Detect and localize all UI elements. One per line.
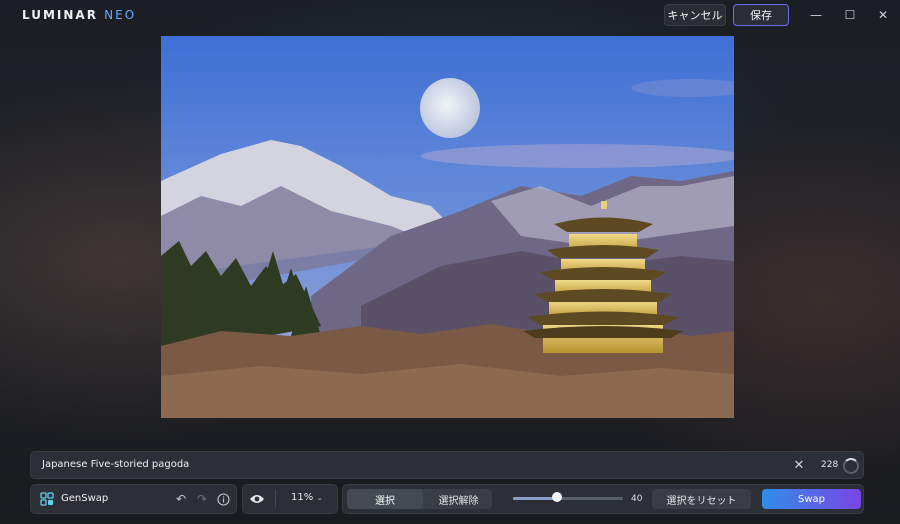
character-count: 228: [821, 460, 839, 470]
cancel-button[interactable]: キャンセル: [664, 4, 726, 26]
photo-canvas[interactable]: [161, 36, 734, 418]
zoom-dropdown[interactable]: 11% ⌄: [291, 492, 323, 503]
clear-prompt-button[interactable]: ✕: [791, 457, 807, 473]
genswap-icon: [40, 492, 54, 506]
loading-spinner-icon: [843, 458, 859, 474]
slider-fill: [513, 497, 557, 500]
chevron-down-icon: ⌄: [316, 493, 324, 502]
select-mode-button[interactable]: 選択: [347, 489, 423, 509]
selection-mode-toggle: 選択 選択解除: [347, 489, 492, 509]
swap-button[interactable]: Swap: [762, 489, 861, 509]
save-button[interactable]: 保存: [733, 4, 789, 26]
pagoda-photo: [161, 36, 734, 418]
redo-button[interactable]: ↷: [195, 492, 209, 506]
brush-size-value: 40: [631, 494, 643, 504]
moon: [420, 78, 480, 138]
maximize-button[interactable]: ☐: [840, 6, 860, 24]
deselect-mode-button[interactable]: 選択解除: [425, 489, 492, 509]
close-window-button[interactable]: ✕: [873, 6, 893, 24]
prompt-input[interactable]: Japanese Five-storied pagoda: [42, 459, 189, 470]
app-logo: LUMINAR NEO: [22, 8, 136, 22]
slider-handle[interactable]: [552, 492, 562, 502]
minimize-button[interactable]: —: [806, 6, 826, 24]
preview-toggle-button[interactable]: [249, 492, 265, 506]
info-icon: [216, 492, 230, 506]
redo-icon: ↷: [196, 492, 208, 506]
view-panel: [242, 484, 338, 514]
close-icon: ✕: [877, 8, 889, 22]
title-bar: LUMINAR NEO キャンセル 保存 — ☐ ✕: [0, 0, 900, 30]
genswap-panel: GenSwap ↶ ↷: [30, 484, 237, 514]
reset-selection-button[interactable]: 選択をリセット: [652, 489, 751, 509]
genswap-label: GenSwap: [61, 493, 109, 504]
divider: [275, 490, 276, 508]
maximize-icon: ☐: [844, 8, 856, 22]
minimize-icon: —: [810, 8, 822, 22]
undo-icon: ↶: [175, 492, 187, 506]
zoom-value: 11%: [291, 492, 314, 503]
eye-icon: [250, 495, 264, 503]
logo-accent: NEO: [104, 8, 137, 22]
info-button[interactable]: [216, 492, 230, 506]
logo-main: LUMINAR: [22, 8, 98, 22]
close-icon: ✕: [793, 457, 805, 473]
undo-button[interactable]: ↶: [174, 492, 188, 506]
prompt-bar: Japanese Five-storied pagoda ✕ 228: [30, 451, 864, 479]
brush-size-slider[interactable]: [513, 497, 623, 500]
